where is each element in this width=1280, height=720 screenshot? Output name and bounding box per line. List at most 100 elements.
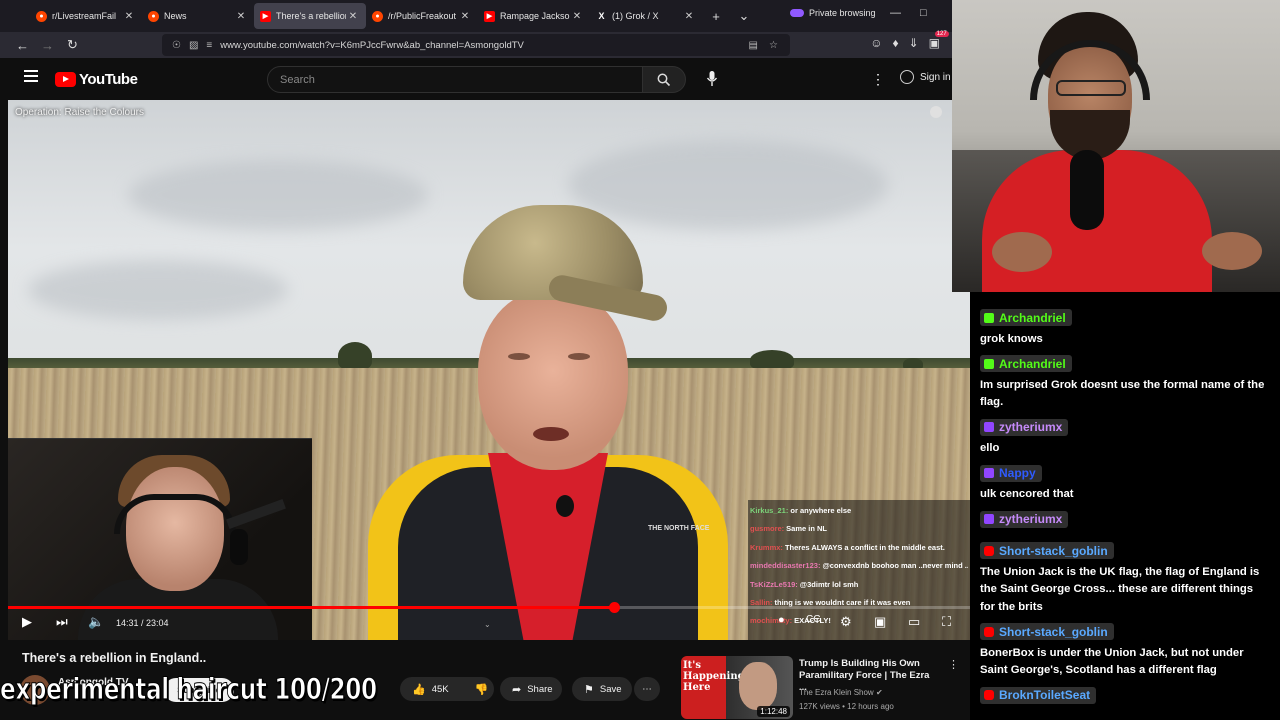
next-icon[interactable]: ⏭ <box>56 614 68 630</box>
chat-username[interactable]: zytheriumx <box>980 418 1069 436</box>
reddit-icon: ● <box>148 10 159 22</box>
chat-username[interactable]: Short-stack_goblin <box>980 542 1114 559</box>
close-tab-icon[interactable]: ✕ <box>346 11 360 22</box>
sign-in-label: Sign in <box>920 71 951 83</box>
volume-icon[interactable]: 🔈 <box>88 614 104 630</box>
video-chat-line: TsKiZzLe519: @3dimtr lol smh <box>750 576 968 594</box>
reader-view-icon[interactable]: ▤ <box>749 40 758 51</box>
sign-in-button[interactable]: Sign in <box>900 70 951 84</box>
back-icon[interactable]: ← <box>10 38 35 53</box>
play-icon[interactable]: ▶ <box>22 614 32 630</box>
browser-tab[interactable]: ▶ Rampage Jackson ✕ <box>478 3 590 29</box>
miniplayer-icon[interactable]: ▣ <box>874 614 886 630</box>
video-progress-bar[interactable] <box>8 602 970 613</box>
recommended-thumbnail[interactable]: It's Happening Here 1:12:48 <box>681 656 793 719</box>
recommended-more-icon[interactable]: ⋮ <box>948 658 959 671</box>
video-presenter: THE NORTH FACE <box>368 205 728 640</box>
chat-username[interactable]: Archandriel <box>980 355 1072 372</box>
autoplay-toggle-icon[interactable]: ● <box>778 614 785 626</box>
captions-icon[interactable]: CC <box>806 614 820 625</box>
user-avatar-icon <box>900 70 914 84</box>
maximize-icon[interactable]: □ <box>920 7 927 19</box>
chat-username-text: Short-stack_goblin <box>999 543 1108 558</box>
video-chat-user: Krummx: <box>750 542 783 552</box>
reload-icon[interactable]: ↻ <box>60 37 85 53</box>
search-button[interactable] <box>642 66 686 93</box>
browser-tab[interactable]: ▶ There's a rebellion ✕ <box>254 3 366 29</box>
player-controls: ▶ ⏭ 🔈 14:31 / 23:04 ⌄ ● CC ⚙ ▣ ▭ ⛶ <box>8 612 970 636</box>
search-icon <box>657 73 671 86</box>
thumbs-up-icon[interactable]: 👍 <box>412 683 426 696</box>
browser-toolbar-right: ☺ ♦ ⇓ ▣ 127 <box>870 31 949 50</box>
close-tab-icon[interactable]: ✕ <box>458 11 472 22</box>
video-chat-line: mindeddisaster123: @convexdnb boohoo man … <box>750 557 968 575</box>
chat-username[interactable]: Nappy <box>980 464 1042 482</box>
extension-badge-icon[interactable]: ▣ 127 <box>929 31 949 50</box>
chevron-down-icon[interactable]: ⌄ <box>484 620 491 629</box>
download-icon[interactable]: ⇓ <box>909 36 919 50</box>
tab-list-chevron-icon[interactable]: ⌄ <box>730 8 758 24</box>
like-count: 45K <box>431 683 449 695</box>
share-button[interactable]: ➦ Share <box>500 677 562 701</box>
streamer-webcam-overlay <box>8 438 312 640</box>
thumbs-down-icon[interactable]: 👎 <box>475 683 489 696</box>
youtube-icon: ▶ <box>260 10 271 22</box>
browser-tab[interactable]: ● /r/PublicFreakout ✕ <box>366 3 478 29</box>
more-options-icon[interactable]: ⋮ <box>871 71 885 88</box>
thumbnail-text: It's Happening Here <box>683 660 745 693</box>
new-tab-icon[interactable]: + <box>702 9 730 24</box>
youtube-logo[interactable]: YouTube <box>55 71 138 88</box>
youtube-badge-icon <box>984 626 994 637</box>
account-icon[interactable]: ☺ <box>870 36 882 50</box>
browser-tab[interactable]: ● r/LivestreamFail ✕ <box>30 3 142 29</box>
video-chat-text: or anywhere else <box>790 506 852 515</box>
chat-username[interactable]: BroknToiletSeat <box>980 686 1097 704</box>
save-button[interactable]: ⚑ Save <box>572 677 632 701</box>
fullscreen-icon[interactable]: ⛶ <box>942 614 951 630</box>
more-actions-button[interactable]: ⋯ <box>634 677 660 701</box>
close-tab-icon[interactable]: ✕ <box>682 11 696 22</box>
extensions-icon[interactable]: ♦ <box>892 36 898 50</box>
video-tree <box>750 350 794 370</box>
recommended-channel[interactable]: The Ezra Klein Show ✔ <box>799 688 883 697</box>
youtube-header: YouTube Search ⋮ Sign in <box>0 58 952 100</box>
chat-message-text: BonerBox is under the Union Jack, but no… <box>980 646 1244 677</box>
chat-message-text: Im surprised Grok doesnt use the formal … <box>980 378 1265 409</box>
url-text: www.youtube.com/watch?v=K6mPJccFwrw&ab_c… <box>220 39 524 51</box>
video-chat-text: @convexdnb boohoo man ..never mind .. <box>822 561 968 571</box>
lock-icon: ▨ <box>188 39 199 51</box>
theater-mode-icon[interactable]: ▭ <box>908 614 920 630</box>
share-icon: ➦ <box>512 683 522 696</box>
video-player[interactable]: THE NORTH FACE Operation: Raise the Colo… <box>8 100 970 640</box>
address-bar[interactable]: ☉ ▨ ≡ www.youtube.com/watch?v=K6mPJccFwr… <box>162 34 790 56</box>
minimize-icon[interactable]: — <box>890 7 901 19</box>
microphone-icon[interactable] <box>706 70 718 88</box>
browser-tab[interactable]: ● News ✕ <box>142 3 254 29</box>
chat-username[interactable]: Archandriel <box>980 309 1072 326</box>
close-tab-icon[interactable]: ✕ <box>570 11 584 22</box>
close-tab-icon[interactable]: ✕ <box>234 11 248 22</box>
like-dislike-button[interactable]: 👍 45K 👎 <box>400 677 494 701</box>
youtube-icon: ▶ <box>484 10 495 22</box>
progress-played <box>8 606 615 609</box>
chat-message: Nappy ulk cencored that <box>980 464 1270 504</box>
forward-icon[interactable]: → <box>35 38 60 53</box>
private-browsing-label: Private browsing <box>809 8 876 18</box>
verified-check-icon: ✔ <box>875 688 883 697</box>
video-chat-line: Krummx: Theres ALWAYS a conflict in the m… <box>750 539 968 557</box>
browser-tab[interactable]: X (1) Grok / X ✕ <box>590 3 702 29</box>
search-input[interactable]: Search <box>267 66 643 93</box>
chat-username-text: Short-stack_goblin <box>999 624 1108 639</box>
chat-username[interactable]: zytheriumx <box>980 510 1069 528</box>
close-tab-icon[interactable]: ✕ <box>122 11 136 22</box>
chat-username-text: zytheriumx <box>999 420 1063 434</box>
chat-message: Short-stack_goblin BonerBox is under the … <box>980 623 1270 680</box>
menu-hamburger-icon[interactable] <box>24 70 38 82</box>
settings-gear-icon[interactable]: ⚙ <box>840 614 852 630</box>
save-label: Save <box>599 683 622 695</box>
chat-message-text: ello <box>980 442 1000 454</box>
chat-username[interactable]: Short-stack_goblin <box>980 623 1114 640</box>
screen: ● r/LivestreamFail ✕ ● News ✕ ▶ There's a rebel… <box>0 0 1280 720</box>
bookmark-star-icon[interactable]: ☆ <box>769 40 778 51</box>
watch-later-icon[interactable] <box>930 106 942 118</box>
